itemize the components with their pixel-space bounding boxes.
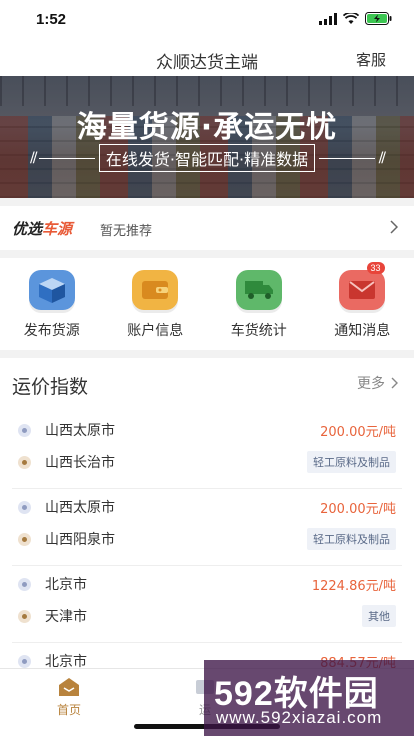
cube-icon [28,270,75,310]
banner-headline: 海量货源·承运无忧 [76,110,338,145]
status-time: 1:52 [36,11,67,28]
route-price: 200.00元/吨 [320,501,396,517]
banner-subline-row: // 在线发货·智能匹配·精准数据 // [30,144,387,172]
more-link[interactable]: 更多 [357,373,398,393]
destination-city: 山西阳泉市 [45,532,115,548]
wifi-icon [343,12,359,24]
chevron-right-icon [391,377,398,389]
chevron-right-icon [390,220,398,234]
home-icon [59,678,79,696]
mail-icon [339,270,386,310]
publish-cargo-button[interactable]: 发布货源 [0,258,104,350]
destination-dot-icon [18,532,31,546]
promo-banner[interactable]: 海量货源·承运无忧 // 在线发货·智能匹配·精准数据 // [0,76,414,198]
watermark-url: www.592xiazai.com [216,708,383,727]
origin-dot-icon [18,654,31,668]
notifications-button[interactable]: 33 通知消息 [311,258,414,350]
status-bar: 1:52 [0,0,414,40]
route-item[interactable]: 山西太原市 200.00元/吨 山西阳泉市 轻工原料及制品 [12,489,402,566]
preferred-vehicles-row[interactable]: 优选车源 暂无推荐 [0,206,414,250]
quick-label: 发布货源 [23,323,80,339]
route-price: 200.00元/吨 [320,424,396,440]
quick-label: 车货统计 [230,323,287,339]
account-info-button[interactable]: 账户信息 [104,258,208,350]
cargo-stats-button[interactable]: 车货统计 [207,258,311,350]
quick-label: 账户信息 [127,323,184,339]
route-item[interactable]: 北京市 1224.86元/吨 天津市 其他 [12,566,402,643]
banner-subline: 在线发货·智能匹配·精准数据 [98,144,316,172]
preferred-status-text: 暂无推荐 [100,224,153,239]
banner-slashes-right: // [378,150,387,166]
banner-slashes-left: // [30,150,38,166]
origin-dot-icon [18,577,31,591]
cargo-type-tag: 轻工原料及制品 [307,528,396,550]
cargo-type-tag: 轻工原料及制品 [307,451,396,473]
route-item[interactable]: 山西太原市 200.00元/吨 山西长治市 轻工原料及制品 [12,412,402,489]
watermark: 592软件园 www.592xiazai.com [204,660,414,736]
page-title: 众顺达货主端 [156,53,258,73]
quick-label: 通知消息 [334,323,391,339]
section-title: 运价指数 [12,376,89,398]
destination-city: 山西长治市 [45,455,115,471]
notification-badge: 33 [366,262,385,274]
signal-icon [319,12,337,25]
destination-city: 天津市 [45,609,87,625]
battery-charging-icon [365,12,392,25]
nav-bar: 众顺达货主端 客服 [0,40,414,76]
destination-dot-icon [18,609,31,623]
origin-dot-icon [18,500,31,514]
status-indicators [319,12,392,25]
origin-city: 山西太原市 [45,500,115,516]
destination-dot-icon [18,455,31,469]
route-list: 山西太原市 200.00元/吨 山西长治市 轻工原料及制品 山西太原市 200.… [12,412,402,668]
quick-actions: 发布货源 账户信息 车货统计 33 通知消息 [0,258,414,350]
tab-home[interactable]: 首页 [34,677,104,718]
wallet-icon [132,270,179,310]
preferred-logo: 优选车源 [12,220,73,238]
tab-label: 首页 [56,703,81,717]
route-price: 1224.86元/吨 [311,578,396,594]
cargo-type-tag: 其他 [362,605,396,627]
truck-icon [235,270,282,310]
origin-city: 山西太原市 [45,423,115,439]
origin-city: 北京市 [45,577,87,593]
customer-service-button[interactable]: 客服 [356,49,386,70]
freight-index-section: 运价指数 更多 山西太原市 200.00元/吨 山西长治市 轻工原料及制品 山西… [0,358,414,668]
origin-dot-icon [18,423,31,437]
